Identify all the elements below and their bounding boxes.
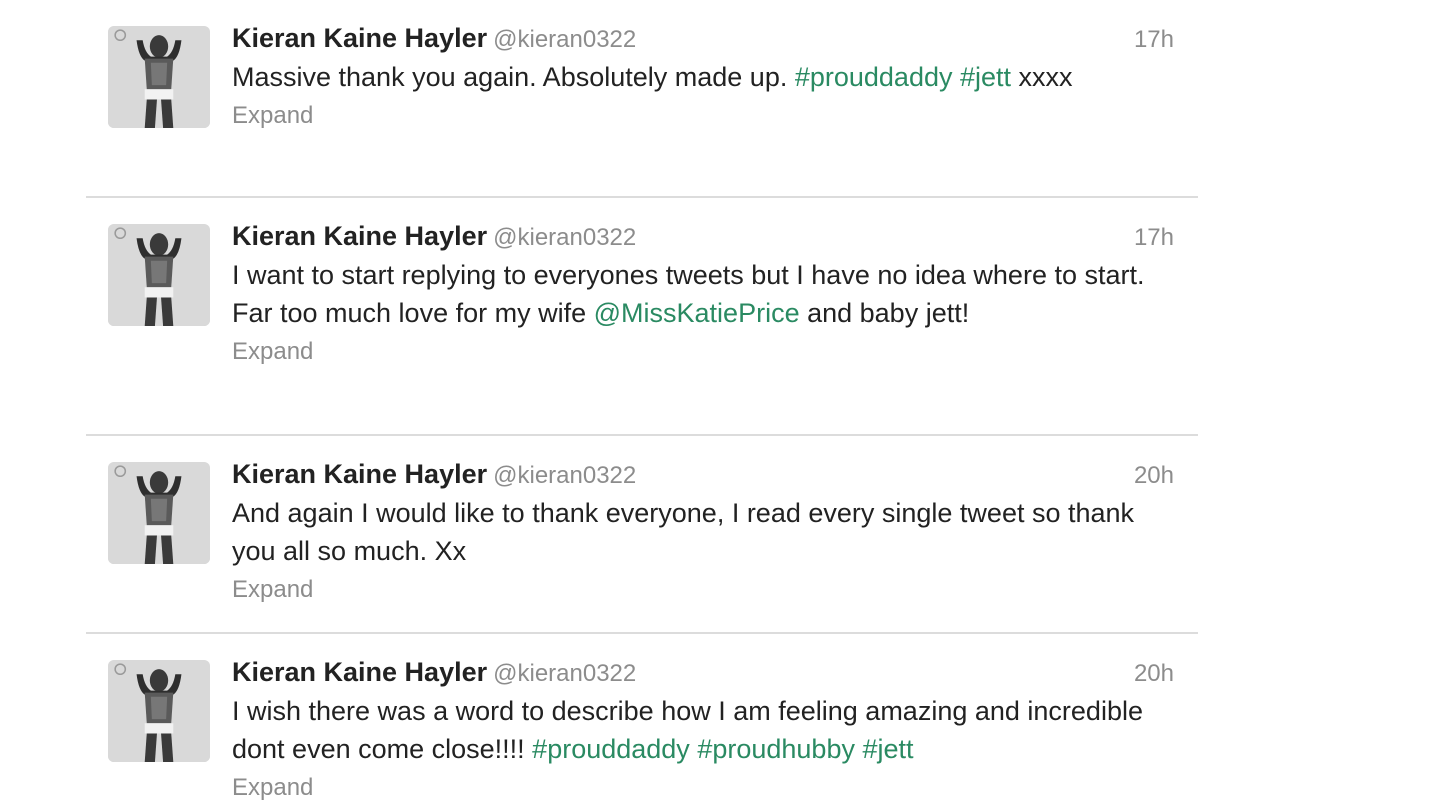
tweet-item[interactable]: Kieran Kaine Hayler @kieran0322 17h Massi… (86, 0, 1198, 198)
tweet-item[interactable]: Kieran Kaine Hayler @kieran0322 17h I wan… (86, 198, 1198, 436)
hashtag-link[interactable]: #jett (960, 62, 1011, 92)
tweet-header: Kieran Kaine Hayler @kieran0322 17h (232, 20, 1174, 56)
tweet-text: I wish there was a word to describe how … (232, 692, 1174, 768)
avatar-photo-icon (108, 26, 210, 128)
avatar-photo-icon (108, 660, 210, 762)
tweet-header: Kieran Kaine Hayler @kieran0322 20h (232, 456, 1174, 492)
tweet-item[interactable]: Kieran Kaine Hayler @kieran0322 20h I wis… (86, 634, 1198, 809)
expand-link[interactable]: Expand (232, 576, 1174, 604)
hashtag-link[interactable]: #proudhubby (697, 734, 855, 764)
user-name[interactable]: Kieran Kaine Hayler (232, 459, 487, 489)
user-avatar[interactable] (108, 224, 210, 326)
hashtag-link[interactable]: #prouddaddy (532, 734, 690, 764)
tweet-timeline: Kieran Kaine Hayler @kieran0322 17h Massi… (86, 0, 1198, 809)
tweet-text-segment: And again I would like to thank everyone… (232, 498, 1135, 566)
tweet-header: Kieran Kaine Hayler @kieran0322 20h (232, 654, 1174, 690)
tweet-text-segment: Massive thank you again. Absolutely made… (232, 62, 795, 92)
user-name[interactable]: Kieran Kaine Hayler (232, 657, 487, 687)
expand-link[interactable]: Expand (232, 774, 1174, 802)
tweet-text: I want to start replying to everyones tw… (232, 256, 1174, 332)
tweet-text-segment (952, 62, 960, 92)
user-handle[interactable]: @kieran0322 (493, 224, 636, 251)
tweet-header: Kieran Kaine Hayler @kieran0322 17h (232, 218, 1174, 254)
tweet-timestamp[interactable]: 17h (1134, 22, 1174, 58)
hashtag-link[interactable]: #jett (862, 734, 913, 764)
user-handle[interactable]: @kieran0322 (493, 26, 636, 53)
user-handle[interactable]: @kieran0322 (493, 660, 636, 687)
tweet-timestamp[interactable]: 17h (1134, 220, 1174, 256)
avatar-photo-icon (108, 462, 210, 564)
tweet-text: And again I would like to thank everyone… (232, 494, 1174, 570)
tweet-timestamp[interactable]: 20h (1134, 656, 1174, 692)
user-name[interactable]: Kieran Kaine Hayler (232, 221, 487, 251)
user-name[interactable]: Kieran Kaine Hayler (232, 23, 487, 53)
mention-link[interactable]: @MissKatiePrice (594, 298, 800, 328)
tweet-text: Massive thank you again. Absolutely made… (232, 58, 1174, 96)
tweet-text-segment: xxxx (1011, 62, 1073, 92)
user-avatar[interactable] (108, 660, 210, 762)
expand-link[interactable]: Expand (232, 338, 1174, 366)
tweet-item[interactable]: Kieran Kaine Hayler @kieran0322 20h And a… (86, 436, 1198, 634)
hashtag-link[interactable]: #prouddaddy (795, 62, 953, 92)
user-avatar[interactable] (108, 462, 210, 564)
tweet-text-segment: and baby jett! (799, 298, 970, 328)
avatar-photo-icon (108, 224, 210, 326)
expand-link[interactable]: Expand (232, 102, 1174, 130)
user-avatar[interactable] (108, 26, 210, 128)
user-handle[interactable]: @kieran0322 (493, 462, 636, 489)
tweet-timestamp[interactable]: 20h (1134, 458, 1174, 494)
